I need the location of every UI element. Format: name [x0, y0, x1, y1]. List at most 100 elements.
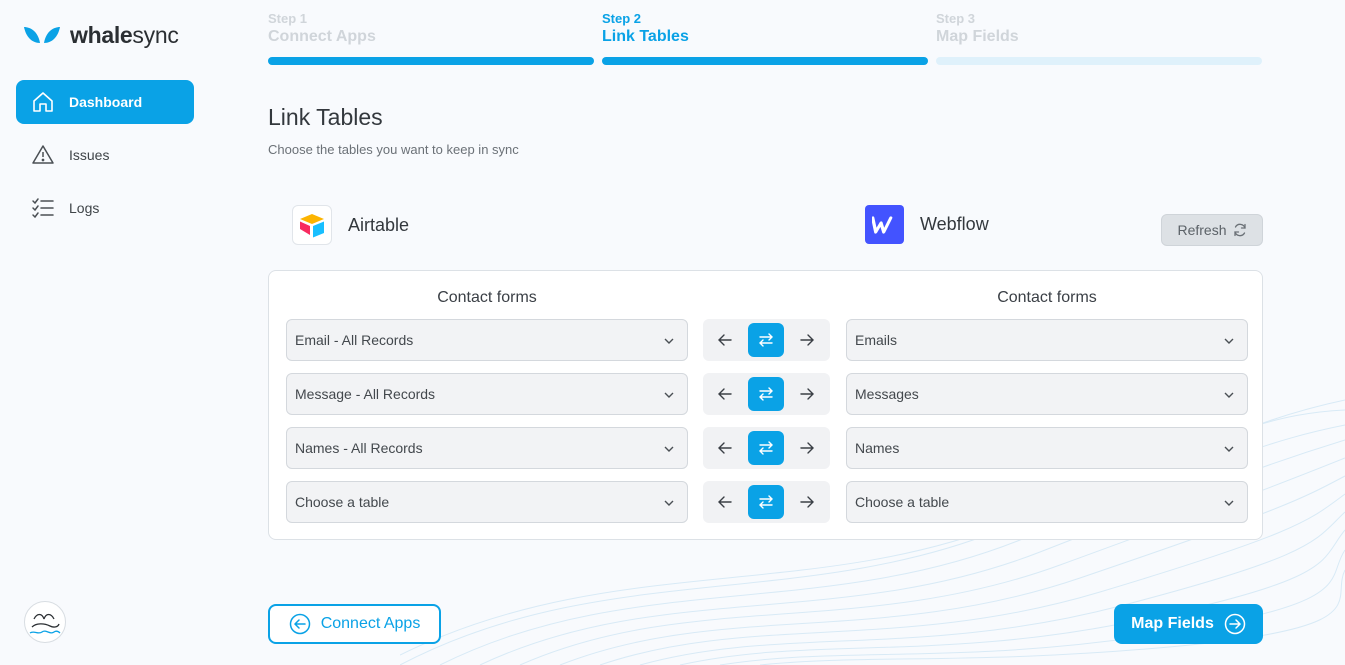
table-link-card: Contact forms Contact forms Email - All … — [268, 270, 1263, 540]
sync-both-button[interactable] — [748, 431, 784, 465]
airtable-header: Airtable — [292, 205, 409, 245]
sync-right-button[interactable] — [789, 485, 825, 519]
sync-right-button[interactable] — [789, 377, 825, 411]
home-icon — [33, 92, 53, 112]
chevron-down-icon — [664, 446, 674, 452]
arrow-right-icon — [800, 496, 814, 508]
sync-direction-toggle — [703, 319, 830, 361]
sync-left-button[interactable] — [707, 377, 743, 411]
airtable-table-select[interactable]: Names - All Records — [286, 427, 688, 469]
sidebar-item-issues[interactable]: Issues — [16, 133, 194, 177]
app-name: Webflow — [920, 214, 989, 234]
stepper: Step 1 Connect Apps Step 2 Link Tables S… — [268, 11, 1262, 65]
sidebar-item-dashboard[interactable]: Dashboard — [16, 80, 194, 124]
sidebar-item-label: Issues — [69, 147, 110, 163]
airtable-table-select[interactable]: Choose a table — [286, 481, 688, 523]
select-value: Choose a table — [855, 494, 950, 510]
arrows-both-icon — [759, 441, 773, 455]
sidebar-item-logs[interactable]: Logs — [16, 186, 194, 230]
select-value: Email - All Records — [295, 332, 414, 348]
whale-avatar-icon — [29, 613, 61, 634]
avatar[interactable] — [24, 601, 66, 643]
arrow-circle-right-icon — [1224, 613, 1246, 635]
step-connect-apps[interactable]: Step 1 Connect Apps — [268, 11, 594, 65]
sync-direction-toggle — [703, 481, 830, 523]
step-number: Step 2 — [602, 11, 642, 26]
select-value: Choose a table — [295, 494, 390, 510]
warning-icon — [32, 145, 54, 164]
arrow-right-icon — [800, 442, 814, 454]
webflow-collection-select[interactable]: Choose a table — [846, 481, 1248, 523]
table-link-row: Email - All Records Emails — [286, 319, 1248, 361]
chevron-down-icon — [1224, 446, 1234, 452]
arrow-left-icon — [718, 334, 732, 346]
refresh-icon — [1233, 223, 1246, 237]
sync-direction-toggle — [703, 427, 830, 469]
airtable-table-select[interactable]: Email - All Records — [286, 319, 688, 361]
back-button-label: Connect Apps — [320, 615, 421, 632]
select-value: Names — [855, 440, 900, 456]
sidebar-item-label: Logs — [69, 200, 100, 216]
table-link-row: Names - All Records Names — [286, 427, 1248, 469]
arrow-left-icon — [718, 388, 732, 400]
table-link-row: Message - All Records Messages — [286, 373, 1248, 415]
arrow-left-icon — [718, 496, 732, 508]
select-value: Messages — [855, 386, 919, 402]
table-link-row: Choose a table Choose a table — [286, 481, 1248, 523]
sync-both-button[interactable] — [748, 485, 784, 519]
arrows-both-icon — [759, 495, 773, 509]
chevron-down-icon — [664, 392, 674, 398]
brand-logo[interactable]: whalesync — [22, 22, 179, 49]
sync-left-button[interactable] — [707, 431, 743, 465]
sync-right-button[interactable] — [789, 323, 825, 357]
refresh-button[interactable]: Refresh — [1161, 214, 1263, 246]
sync-direction-toggle — [703, 373, 830, 415]
step-link-tables[interactable]: Step 2 Link Tables — [602, 11, 928, 65]
next-button[interactable]: Map Fields — [1114, 604, 1263, 644]
arrow-right-icon — [800, 388, 814, 400]
sidebar: whalesync Dashboard Issues Logs — [0, 0, 210, 665]
step-progress-bar — [268, 57, 594, 65]
step-map-fields[interactable]: Step 3 Map Fields — [936, 11, 1262, 65]
airtable-logo-icon — [292, 205, 332, 245]
webflow-collection-select[interactable]: Messages — [846, 373, 1248, 415]
webflow-collection-select[interactable]: Names — [846, 427, 1248, 469]
select-value: Message - All Records — [295, 386, 436, 402]
webflow-logo-icon — [865, 205, 904, 244]
webflow-header: Webflow — [865, 205, 989, 244]
next-button-label: Map Fields — [1131, 615, 1214, 632]
back-button[interactable]: Connect Apps — [268, 604, 441, 644]
app-name: Airtable — [348, 214, 410, 235]
page-subtitle: Choose the tables you want to keep in sy… — [268, 142, 519, 157]
webflow-base-title: Contact forms — [997, 289, 1097, 306]
arrow-right-icon — [800, 334, 814, 346]
chevron-down-icon — [1224, 392, 1234, 398]
whale-tail-icon — [24, 26, 60, 43]
step-name: Map Fields — [936, 28, 1019, 45]
step-name: Link Tables — [602, 28, 689, 45]
step-number: Step 3 — [936, 11, 976, 26]
sync-both-button[interactable] — [748, 323, 784, 357]
chevron-down-icon — [1224, 338, 1234, 344]
sync-left-button[interactable] — [707, 323, 743, 357]
select-value: Emails — [855, 332, 898, 348]
sync-right-button[interactable] — [789, 431, 825, 465]
chevron-down-icon — [1224, 500, 1234, 506]
arrows-both-icon — [759, 333, 773, 347]
step-number: Step 1 — [268, 11, 308, 26]
sync-both-button[interactable] — [748, 377, 784, 411]
step-name: Connect Apps — [268, 28, 376, 45]
chevron-down-icon — [664, 500, 674, 506]
arrows-both-icon — [759, 387, 773, 401]
chevron-down-icon — [664, 338, 674, 344]
webflow-collection-select[interactable]: Emails — [846, 319, 1248, 361]
page-title: Link Tables — [268, 104, 383, 130]
sidebar-nav: Dashboard Issues Logs — [16, 80, 194, 239]
refresh-label: Refresh — [1177, 222, 1227, 238]
airtable-base-title: Contact forms — [437, 289, 537, 306]
arrow-circle-left-icon — [289, 613, 310, 635]
airtable-table-select[interactable]: Message - All Records — [286, 373, 688, 415]
arrow-left-icon — [718, 442, 732, 454]
sync-left-button[interactable] — [707, 485, 743, 519]
checklist-icon — [32, 198, 54, 219]
